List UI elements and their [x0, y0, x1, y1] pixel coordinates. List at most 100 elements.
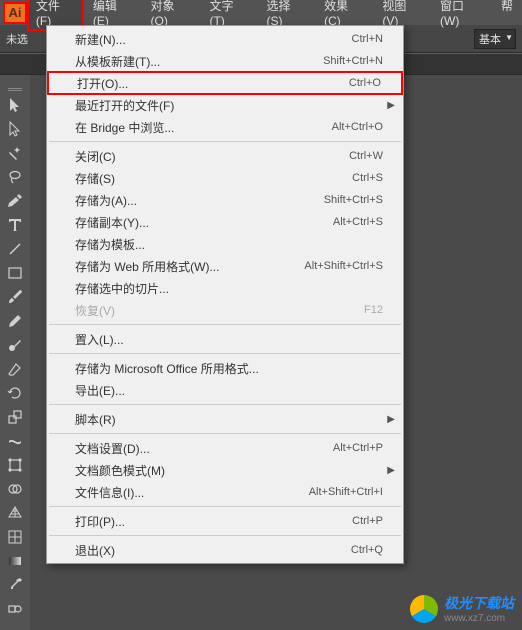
file-menu-item-13: 恢复(V)F12 — [47, 299, 403, 321]
menu-item-shortcut: Alt+Ctrl+O — [332, 121, 383, 133]
style-dropdown-label: 基本 — [479, 34, 501, 46]
menu-item-label: 退出(X) — [75, 542, 351, 559]
menu-item-shortcut: Alt+Ctrl+P — [333, 442, 383, 454]
type-tool[interactable] — [0, 213, 30, 237]
menu-item-label: 在 Bridge 中浏览... — [75, 119, 332, 136]
file-menu-item-15[interactable]: 置入(L)... — [47, 328, 403, 350]
menu-item-label: 从模板新建(T)... — [75, 53, 323, 70]
chevron-right-icon: ▶ — [387, 414, 395, 425]
menu-item-label: 存储选中的切片... — [75, 280, 383, 297]
menubar-item-8[interactable]: 帮 — [492, 0, 522, 31]
menu-item-label: 打开(O)... — [77, 75, 349, 92]
watermark-url: www.xz7.com — [444, 613, 514, 624]
direct-selection-tool[interactable] — [0, 117, 30, 141]
eyedropper-tool[interactable] — [0, 573, 30, 597]
file-menu-item-10[interactable]: 存储为模板... — [47, 233, 403, 255]
menu-item-shortcut: Ctrl+P — [352, 515, 383, 527]
menu-item-label: 最近打开的文件(F) — [75, 97, 383, 114]
menu-item-label: 置入(L)... — [75, 331, 383, 348]
pencil-tool[interactable] — [0, 309, 30, 333]
width-tool[interactable] — [0, 429, 30, 453]
file-menu-item-11[interactable]: 存储为 Web 所用格式(W)...Alt+Shift+Ctrl+S — [47, 255, 403, 277]
file-menu-item-9[interactable]: 存储副本(Y)...Alt+Ctrl+S — [47, 211, 403, 233]
chevron-right-icon: ▶ — [387, 465, 395, 476]
perspective-grid-tool[interactable] — [0, 501, 30, 525]
menu-item-label: 恢复(V) — [75, 302, 364, 319]
file-menu-item-3[interactable]: 最近打开的文件(F) ▶ — [47, 94, 403, 116]
file-menu-item-17[interactable]: 存储为 Microsoft Office 所用格式... — [47, 357, 403, 379]
selection-label: 未选 — [6, 31, 28, 47]
menu-item-shortcut: Alt+Ctrl+S — [333, 216, 383, 228]
style-dropdown[interactable]: 基本 ▼ — [474, 29, 516, 49]
menu-item-label: 存储为模板... — [75, 236, 383, 253]
menu-item-label: 导出(E)... — [75, 382, 383, 399]
menubar: Ai 文件(F)编辑(E)对象(O)文字(T)选择(S)效果(C)视图(V)窗口… — [0, 0, 522, 25]
chevron-down-icon: ▼ — [505, 33, 513, 42]
file-menu-item-7[interactable]: 存储(S)Ctrl+S — [47, 167, 403, 189]
menu-item-shortcut: Ctrl+O — [349, 77, 381, 89]
menu-item-shortcut: Shift+Ctrl+N — [323, 55, 383, 67]
rotate-tool[interactable] — [0, 381, 30, 405]
menu-item-label: 新建(N)... — [75, 31, 352, 48]
file-menu-item-22[interactable]: 文档设置(D)...Alt+Ctrl+P — [47, 437, 403, 459]
file-menu-item-1[interactable]: 从模板新建(T)...Shift+Ctrl+N — [47, 50, 403, 72]
file-menu-item-18[interactable]: 导出(E)... — [47, 379, 403, 401]
pen-tool[interactable] — [0, 189, 30, 213]
file-menu-item-2[interactable]: 打开(O)...Ctrl+O — [47, 71, 403, 95]
menu-separator — [49, 404, 401, 405]
rectangle-tool[interactable] — [0, 261, 30, 285]
menu-item-shortcut: Ctrl+S — [352, 172, 383, 184]
app-icon: Ai — [3, 2, 27, 24]
file-menu-item-8[interactable]: 存储为(A)...Shift+Ctrl+S — [47, 189, 403, 211]
menu-separator — [49, 353, 401, 354]
watermark-logo-icon — [410, 595, 438, 623]
menu-item-label: 脚本(R) — [75, 411, 383, 428]
menu-item-shortcut: Ctrl+N — [352, 33, 383, 45]
file-menu-item-24[interactable]: 文件信息(I)...Alt+Shift+Ctrl+I — [47, 481, 403, 503]
menu-separator — [49, 141, 401, 142]
menu-item-shortcut: Shift+Ctrl+S — [324, 194, 383, 206]
scale-tool[interactable] — [0, 405, 30, 429]
file-menu-item-4[interactable]: 在 Bridge 中浏览...Alt+Ctrl+O — [47, 116, 403, 138]
panel-grip[interactable] — [0, 83, 30, 93]
lasso-tool[interactable] — [0, 165, 30, 189]
file-menu-item-0[interactable]: 新建(N)...Ctrl+N — [47, 28, 403, 50]
menu-item-label: 存储为 Microsoft Office 所用格式... — [75, 360, 383, 377]
watermark: 极光下载站 www.xz7.com — [410, 593, 514, 624]
menubar-item-7[interactable]: 窗口(W) — [431, 0, 492, 31]
eraser-tool[interactable] — [0, 357, 30, 381]
menu-item-shortcut: F12 — [364, 304, 383, 316]
menu-separator — [49, 433, 401, 434]
menu-item-shortcut: Ctrl+Q — [351, 544, 383, 556]
file-menu-item-23[interactable]: 文档颜色模式(M) ▶ — [47, 459, 403, 481]
menu-separator — [49, 324, 401, 325]
file-menu-item-20[interactable]: 脚本(R) ▶ — [47, 408, 403, 430]
file-menu-item-28[interactable]: 退出(X)Ctrl+Q — [47, 539, 403, 561]
menu-separator — [49, 506, 401, 507]
menu-item-label: 文件信息(I)... — [75, 484, 309, 501]
blend-tool[interactable] — [0, 597, 30, 621]
gradient-tool[interactable] — [0, 549, 30, 573]
blob-brush-tool[interactable] — [0, 333, 30, 357]
menu-item-label: 存储为(A)... — [75, 192, 324, 209]
menu-item-label: 打印(P)... — [75, 513, 352, 530]
free-transform-tool[interactable] — [0, 453, 30, 477]
menu-item-shortcut: Alt+Shift+Ctrl+I — [309, 486, 383, 498]
magic-wand-tool[interactable] — [0, 141, 30, 165]
chevron-right-icon: ▶ — [387, 100, 395, 111]
menu-item-label: 文档颜色模式(M) — [75, 462, 383, 479]
tools-panel — [0, 75, 30, 630]
menu-item-label: 存储副本(Y)... — [75, 214, 333, 231]
file-menu-dropdown: 新建(N)...Ctrl+N从模板新建(T)...Shift+Ctrl+N打开(… — [46, 25, 404, 564]
paintbrush-tool[interactable] — [0, 285, 30, 309]
menu-item-label: 关闭(C) — [75, 148, 349, 165]
shape-builder-tool[interactable] — [0, 477, 30, 501]
selection-tool[interactable] — [0, 93, 30, 117]
menu-item-label: 存储为 Web 所用格式(W)... — [75, 258, 304, 275]
file-menu-item-12[interactable]: 存储选中的切片... — [47, 277, 403, 299]
file-menu-item-6[interactable]: 关闭(C)Ctrl+W — [47, 145, 403, 167]
file-menu-item-26[interactable]: 打印(P)...Ctrl+P — [47, 510, 403, 532]
line-tool[interactable] — [0, 237, 30, 261]
mesh-tool[interactable] — [0, 525, 30, 549]
menu-item-label: 文档设置(D)... — [75, 440, 333, 457]
